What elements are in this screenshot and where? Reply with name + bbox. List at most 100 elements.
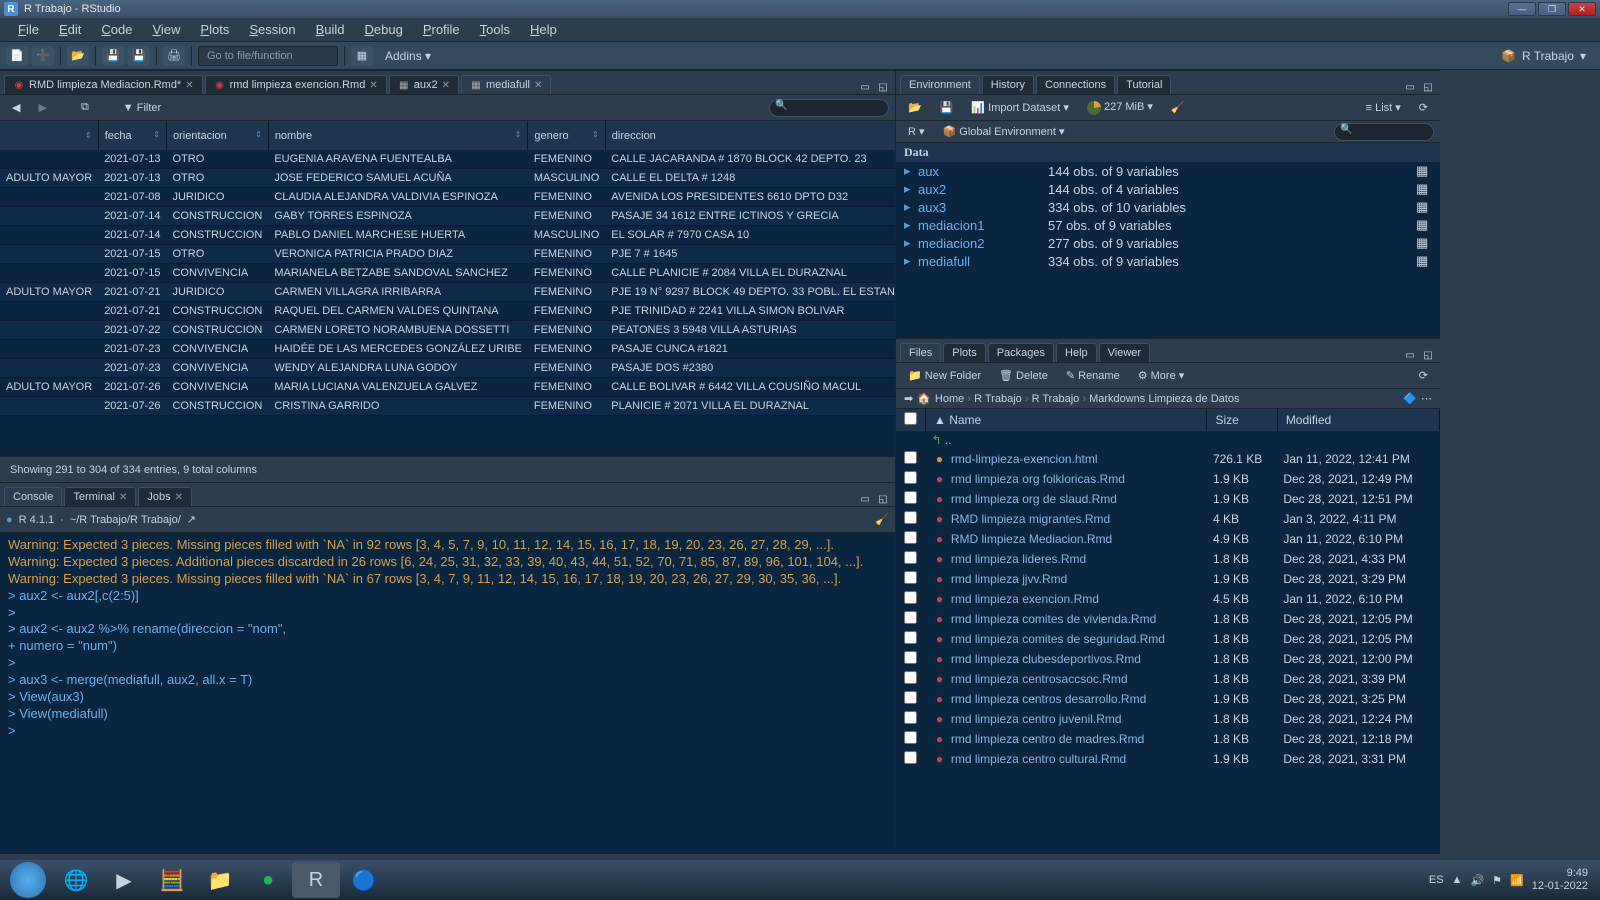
memory-usage[interactable]: 227 MiB ▾ <box>1081 98 1159 116</box>
file-checkbox[interactable] <box>904 671 917 684</box>
sort-size[interactable]: Size <box>1207 409 1277 431</box>
r-scope-dropdown[interactable]: R ▾ <box>902 123 931 140</box>
close-tab-icon[interactable]: ✕ <box>369 80 377 91</box>
spotify-icon[interactable]: ● <box>244 862 292 898</box>
project-path-icon[interactable]: 🔷 <box>1403 392 1417 405</box>
calculator-icon[interactable]: 🧮 <box>148 862 196 898</box>
media-player-icon[interactable]: ▶ <box>100 862 148 898</box>
editor-tab[interactable]: ◉rmd limpieza exencion.Rmd✕ <box>205 75 387 94</box>
file-row[interactable]: rmd limpieza centro cultural.Rmd1.9 KBDe… <box>896 749 1440 769</box>
new-project-icon[interactable]: ➕ <box>32 46 54 66</box>
file-row[interactable]: RMD limpieza migrantes.Rmd4 KBJan 3, 202… <box>896 509 1440 529</box>
menu-edit[interactable]: Edit <box>49 20 91 39</box>
up-dir-row[interactable]: ↰ .. <box>896 431 1440 449</box>
close-tab-icon[interactable]: ✕ <box>442 80 450 91</box>
table-row[interactable]: ADULTO MAYOR2021-07-13OTROJOSE FEDERICO … <box>0 169 895 188</box>
save-icon[interactable]: 💾 <box>102 46 124 66</box>
breadcrumb-item[interactable]: Home <box>935 393 964 405</box>
popup-icon[interactable]: ⧉ <box>75 99 95 116</box>
menu-session[interactable]: Session <box>239 20 305 39</box>
editor-tab[interactable]: ◉RMD limpieza Mediacion.Rmd*✕ <box>4 75 203 94</box>
pane-min-icon[interactable]: ▭ <box>1402 348 1418 362</box>
save-ws-icon[interactable]: 💾 <box>934 99 960 116</box>
files-tab-plots[interactable]: Plots <box>943 343 985 362</box>
menu-build[interactable]: Build <box>306 20 355 39</box>
minimize-button[interactable]: — <box>1508 2 1536 16</box>
expand-icon[interactable]: ▸ <box>904 181 918 197</box>
editor-tab[interactable]: ▦mediafull✕ <box>461 75 551 94</box>
env-object[interactable]: ▸mediacion2277 obs. of 9 variables▦ <box>896 234 1440 252</box>
env-tab-connections[interactable]: Connections <box>1036 75 1115 94</box>
file-name[interactable]: rmd limpieza comites de vivienda.Rmd <box>951 612 1156 626</box>
breadcrumb-item[interactable]: R Trabajo <box>1032 393 1080 405</box>
view-grid-icon[interactable]: ▦ <box>1416 235 1432 251</box>
file-checkbox[interactable] <box>904 471 917 484</box>
refresh-icon[interactable]: ⟳ <box>1413 368 1434 384</box>
list-view-dropdown[interactable]: ≡ List ▾ <box>1360 99 1407 116</box>
table-row[interactable]: ADULTO MAYOR2021-07-21JURIDICOCARMEN VIL… <box>0 283 895 302</box>
refresh-icon[interactable]: ⟳ <box>1413 99 1434 116</box>
env-tab-environment[interactable]: Environment <box>900 75 980 94</box>
table-row[interactable]: 2021-07-23CONVIVENCIAHAIDÉE DE LAS MERCE… <box>0 340 895 359</box>
file-checkbox[interactable] <box>904 691 917 704</box>
file-checkbox[interactable] <box>904 531 917 544</box>
column-header[interactable]: nombre⇕ <box>268 121 528 150</box>
new-folder-button[interactable]: 📁 New Folder <box>902 367 987 384</box>
menu-debug[interactable]: Debug <box>355 20 413 39</box>
view-grid-icon[interactable]: ▦ <box>1416 217 1432 233</box>
expand-icon[interactable]: ▸ <box>904 163 918 179</box>
project-dropdown[interactable]: 📦 R Trabajo ▾ <box>1493 47 1594 65</box>
menu-view[interactable]: View <box>142 20 190 39</box>
close-tab-icon[interactable]: ✕ <box>534 80 542 91</box>
view-grid-icon[interactable]: ▦ <box>1416 199 1432 215</box>
file-row[interactable]: rmd limpieza jjvv.Rmd1.9 KBDec 28, 2021,… <box>896 569 1440 589</box>
console-output[interactable]: Warning: Expected 3 pieces. Missing piec… <box>0 533 895 854</box>
goto-file-input[interactable]: Go to file/function <box>198 46 338 66</box>
env-object[interactable]: ▸mediacion157 obs. of 9 variables▦ <box>896 216 1440 234</box>
grid-icon[interactable]: ▦ <box>351 46 373 66</box>
column-header[interactable]: orientacion⇕ <box>166 121 268 150</box>
file-checkbox[interactable] <box>904 651 917 664</box>
env-tab-history[interactable]: History <box>982 75 1034 94</box>
column-header[interactable]: ⇕ <box>0 121 98 150</box>
file-row[interactable]: rmd limpieza lideres.Rmd1.8 KBDec 28, 20… <box>896 549 1440 569</box>
column-header[interactable]: genero⇕ <box>528 121 605 150</box>
volume-icon[interactable]: 🔊 <box>1470 874 1484 887</box>
tray-up-icon[interactable]: ▲ <box>1452 874 1463 886</box>
file-name[interactable]: rmd limpieza exencion.Rmd <box>951 592 1099 606</box>
file-name[interactable]: rmd limpieza org folkloricas.Rmd <box>951 472 1125 486</box>
wd-arrow-icon[interactable]: ↗ <box>187 513 196 526</box>
table-row[interactable]: 2021-07-14CONSTRUCCIONGABY TORRES ESPINO… <box>0 207 895 226</box>
table-row[interactable]: 2021-07-22CONSTRUCCIONCARMEN LORETO NORA… <box>0 321 895 340</box>
menu-plots[interactable]: Plots <box>190 20 239 39</box>
file-row[interactable]: rmd limpieza exencion.Rmd4.5 KBJan 11, 2… <box>896 589 1440 609</box>
menu-help[interactable]: Help <box>520 20 567 39</box>
file-name[interactable]: rmd limpieza lideres.Rmd <box>951 552 1086 566</box>
file-checkbox[interactable] <box>904 611 917 624</box>
wd-icon[interactable]: ➡ <box>904 392 913 405</box>
file-row[interactable]: rmd limpieza centro de madres.Rmd1.8 KBD… <box>896 729 1440 749</box>
close-button[interactable]: ✕ <box>1568 2 1596 16</box>
table-row[interactable]: 2021-07-15CONVIVENCIAMARIANELA BETZABE S… <box>0 264 895 283</box>
env-object[interactable]: ▸aux3334 obs. of 10 variables▦ <box>896 198 1440 216</box>
column-header[interactable]: fecha⇕ <box>98 121 166 150</box>
pane-max-icon[interactable]: ◱ <box>875 80 891 94</box>
broom-icon[interactable]: 🧹 <box>1165 99 1191 116</box>
select-all-checkbox[interactable] <box>904 412 917 425</box>
new-file-icon[interactable]: 📄 <box>6 46 28 66</box>
pane-min-icon[interactable]: ▭ <box>857 492 873 506</box>
table-row[interactable]: 2021-07-13OTROEUGENIA ARAVENA FUENTEALBA… <box>0 150 895 169</box>
sort-name[interactable]: ▲ Name <box>926 409 1207 431</box>
file-name[interactable]: rmd limpieza centro juvenil.Rmd <box>951 712 1122 726</box>
maximize-button[interactable]: ❐ <box>1538 2 1566 16</box>
menu-profile[interactable]: Profile <box>413 20 470 39</box>
console-tab-jobs[interactable]: Jobs✕ <box>138 487 192 506</box>
global-env-dropdown[interactable]: 📦 Global Environment ▾ <box>937 123 1071 140</box>
file-row[interactable]: rmd limpieza comites de vivienda.Rmd1.8 … <box>896 609 1440 629</box>
file-row[interactable]: rmd-limpieza-exencion.html726.1 KBJan 11… <box>896 449 1440 469</box>
file-checkbox[interactable] <box>904 451 917 464</box>
delete-button[interactable]: 🗑 Delete <box>993 367 1054 384</box>
file-name[interactable]: rmd limpieza comites de seguridad.Rmd <box>951 632 1165 646</box>
data-grid[interactable]: ⇕fecha⇕orientacion⇕nombre⇕genero⇕direcci… <box>0 121 895 456</box>
file-name[interactable]: RMD limpieza migrantes.Rmd <box>951 512 1110 526</box>
